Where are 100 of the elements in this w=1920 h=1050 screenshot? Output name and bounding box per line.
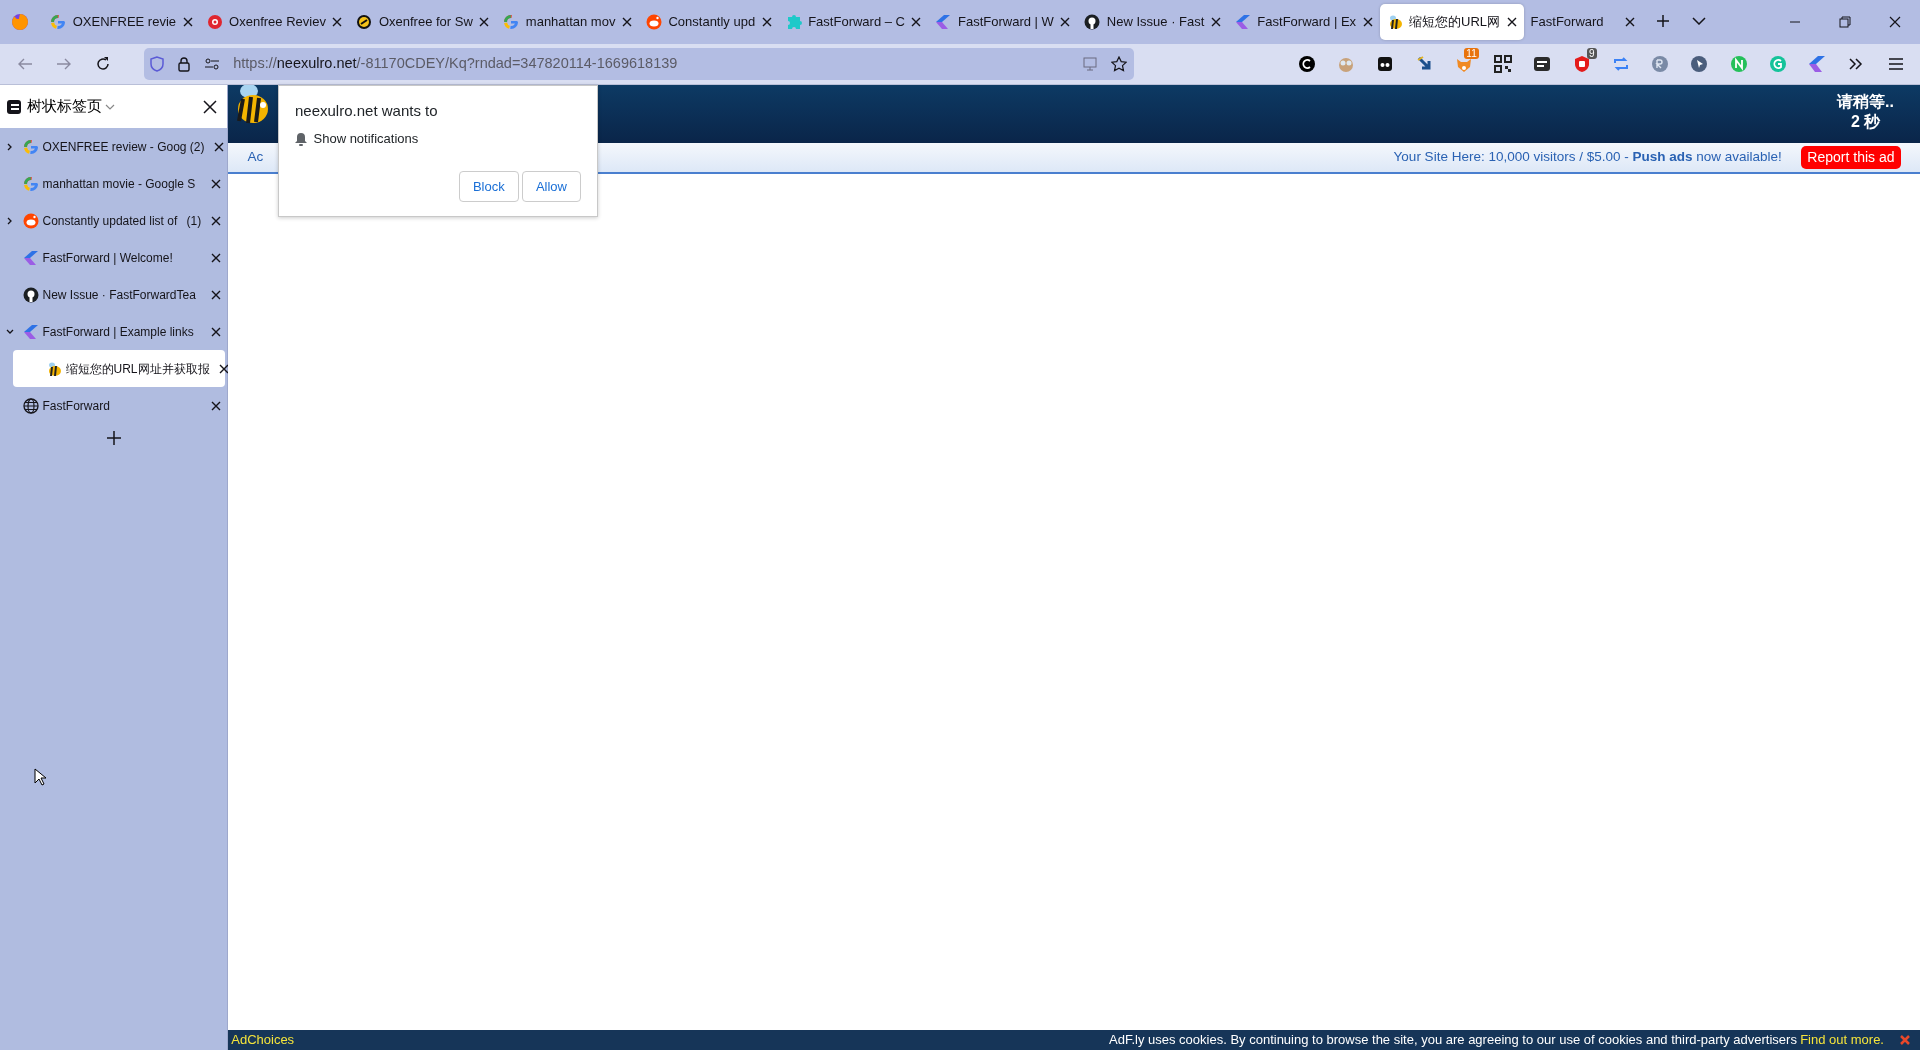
octocat-icon — [1084, 14, 1101, 30]
owl-icon — [1337, 55, 1355, 73]
close-icon — [1060, 17, 1071, 27]
child-count: (1) — [186, 212, 202, 230]
fox-globe-icon — [11, 13, 29, 31]
popup-button[interactable]: Block — [458, 170, 519, 202]
browser-tab[interactable]: Constantly upd — [638, 4, 779, 40]
address-bar[interactable]: https://neexulro.net/-81170CDEY/Kq?rndad=347820114-1669618139 — [143, 48, 1134, 80]
browser-tab[interactable]: FastForward — [1523, 4, 1642, 40]
browser-tab[interactable]: FastForward – C — [778, 4, 929, 40]
close-icon — [479, 17, 490, 27]
tree-tab[interactable]: FastForward — [0, 387, 227, 424]
bee-icon — [46, 360, 63, 377]
browser-tab[interactable]: 缩短您的URL网 — [1379, 4, 1524, 40]
star-icon — [1111, 56, 1128, 72]
extension-badge: 11 — [1464, 48, 1479, 59]
browser-tab[interactable]: manhattan mov — [496, 4, 639, 40]
ghost-icon — [1376, 55, 1395, 73]
nav-link[interactable]: Ac — [247, 147, 264, 168]
close-icon — [203, 99, 218, 114]
close-icon — [332, 17, 343, 27]
cookie-notice: AdF.ly uses cookies. By continuing to browse the site, you are agreeing to our use of cookies and third-party advertisers — [1109, 1031, 1797, 1050]
close-icon — [211, 400, 221, 411]
chevrons-icon — [1808, 55, 1826, 73]
re-circle-icon — [1651, 55, 1669, 73]
browser-tab[interactable]: FastForward | Ex — [1227, 4, 1380, 40]
chevrons-icon — [935, 14, 952, 30]
gear-icon — [206, 14, 223, 30]
tree-tab[interactable]: Constantly updated list of (1) — [0, 202, 227, 239]
reload-icon — [95, 56, 111, 72]
url-text: https://neexulro.net/-81170CDEY/Kq?rndad=347820114-1669618139 — [233, 54, 679, 74]
plus-icon — [106, 430, 121, 445]
close-icon — [211, 178, 221, 189]
close-icon — [219, 363, 230, 374]
restore-icon — [1839, 16, 1851, 28]
browser-tab[interactable]: OXENFREE revie — [43, 4, 200, 40]
close-icon — [211, 326, 221, 337]
bee-logo-icon — [234, 85, 271, 125]
report-ad-button[interactable]: Report this ad — [1801, 146, 1901, 169]
find-out-more-link[interactable]: Find out more. — [1800, 1030, 1884, 1050]
lock-icon — [177, 56, 192, 72]
browser-tab[interactable]: FastForward | W — [928, 4, 1078, 40]
plus-icon — [1655, 14, 1670, 29]
close-icon — [1210, 17, 1221, 27]
close-icon — [182, 17, 193, 27]
tree-tab[interactable]: FastForward | Example links — [0, 313, 227, 350]
ring-icon — [356, 14, 373, 30]
g-logo-icon — [1768, 55, 1787, 73]
puzzle-icon — [785, 14, 802, 30]
close-notice-button[interactable] — [1900, 1035, 1911, 1045]
popup-title: neexulro.net wants to — [295, 101, 439, 121]
arrow-left-icon — [16, 56, 33, 72]
reddit-alien-icon — [23, 212, 40, 229]
close-icon — [1889, 16, 1901, 28]
close-icon — [211, 215, 221, 226]
promo-text: Your Site Here: 10,000 visitors / $5.00 - Push ads now available! — [1393, 148, 1782, 167]
extension-badge: 9 — [1586, 48, 1597, 59]
tree-tab[interactable]: FastForward | Welcome! — [0, 239, 227, 276]
repeat-icon — [1611, 55, 1630, 73]
sliders-icon — [204, 57, 221, 71]
browser-tab[interactable]: New Issue · Fast — [1077, 4, 1228, 40]
close-icon — [1362, 17, 1373, 27]
menu-icon — [1888, 58, 1903, 70]
google-logo-icon — [23, 175, 40, 192]
child-count: (2) — [189, 138, 205, 156]
qr-code-icon — [1494, 55, 1512, 73]
pointer-circle-icon — [1690, 55, 1709, 73]
google-logo-icon — [23, 138, 40, 155]
adchoices-link[interactable]: AdChoices — [231, 1030, 295, 1050]
popup-button[interactable]: Allow — [521, 170, 581, 202]
arrow-right-icon — [55, 56, 72, 72]
close-icon — [211, 252, 221, 263]
permission-text: Show notifications — [313, 130, 419, 148]
chevrons-icon — [1234, 14, 1251, 30]
tree-tab[interactable]: New Issue · FastForwardTea — [0, 276, 227, 313]
wait-message: 请稍等.. — [1837, 91, 1894, 112]
chevron-down-icon — [1691, 17, 1706, 26]
double-chevron-icon — [1849, 58, 1864, 70]
shield-hand-icon — [1572, 55, 1591, 73]
tree-tab[interactable]: manhattan movie - Google S — [0, 165, 227, 202]
chevrons-icon — [23, 323, 40, 340]
extension-button[interactable]: 9 — [1563, 48, 1600, 80]
bell-icon — [295, 131, 307, 146]
browser-tab[interactable]: Oxenfree for Sw — [349, 4, 497, 40]
close-icon — [1624, 17, 1635, 27]
countdown-timer: 2 秒 — [1849, 111, 1882, 132]
close-icon — [621, 17, 632, 27]
c-logo-icon — [1297, 55, 1316, 73]
card-icon — [1533, 55, 1552, 73]
n-logo-icon — [1729, 55, 1748, 73]
tree-tab[interactable]: 缩短您的URL网址并获取报 — [13, 350, 225, 387]
browser-tab[interactable]: Oxenfree Reviev — [199, 4, 350, 40]
globe-icon — [23, 397, 40, 414]
close-icon — [1900, 1035, 1911, 1045]
close-icon — [1506, 17, 1517, 27]
shield-icon — [150, 56, 165, 72]
arrow-down-icon — [1415, 55, 1434, 73]
octocat-icon — [23, 286, 40, 303]
close-icon — [761, 17, 772, 27]
tree-tab[interactable]: OXENFREE review - Goog (2) — [0, 128, 227, 165]
